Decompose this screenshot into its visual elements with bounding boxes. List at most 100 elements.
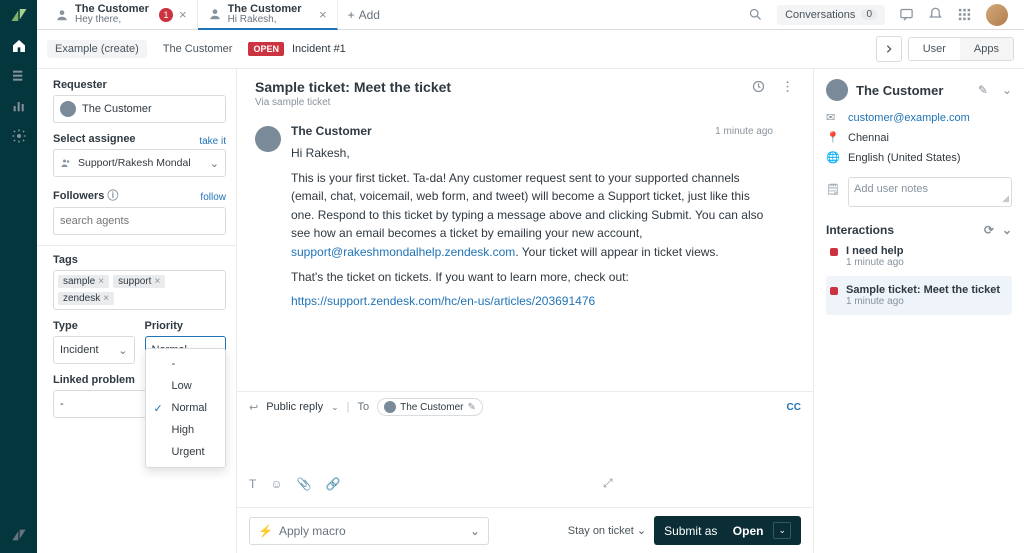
reply-textarea[interactable]	[237, 422, 813, 460]
profile-avatar[interactable]	[986, 4, 1008, 26]
message-body-2: That's the ticket on tickets. If you wan…	[291, 268, 773, 287]
user-notes-input[interactable]: Add user notes ◢	[848, 177, 1012, 207]
user-icon	[55, 8, 69, 22]
customer-email[interactable]: customer@example.com	[848, 112, 970, 124]
interaction-item[interactable]: I need help 1 minute ago	[826, 237, 1012, 276]
chat-icon[interactable]	[899, 7, 914, 22]
requester-label: Requester	[53, 79, 226, 91]
type-select[interactable]: Incident ⌄	[53, 336, 135, 364]
followers-field[interactable]	[53, 207, 226, 235]
requester-value: The Customer	[82, 103, 152, 115]
stay-on-ticket[interactable]: Stay on ticket ⌄	[568, 524, 646, 537]
resize-handle-icon[interactable]: ◢	[1002, 193, 1009, 204]
macro-placeholder: Apply macro	[279, 524, 346, 538]
tags-label: Tags	[53, 254, 226, 266]
requester-field[interactable]: The Customer	[53, 95, 226, 123]
home-icon[interactable]	[11, 38, 27, 54]
note-icon: 🗒	[826, 183, 840, 196]
status-dot-icon	[830, 287, 838, 295]
pencil-icon[interactable]: ✎	[467, 402, 475, 413]
take-it-link[interactable]: take it	[199, 136, 226, 147]
priority-option-high[interactable]: High	[146, 419, 226, 441]
interaction-time: 1 minute ago	[846, 296, 1000, 307]
tab-1[interactable]: The Customer Hey there, 1 ×	[45, 0, 198, 30]
type-value: Incident	[60, 344, 99, 356]
support-email-link[interactable]: support@rakeshmondalhelp.zendesk.com	[291, 245, 515, 259]
message-greeting: Hi Rakesh,	[291, 144, 773, 163]
remove-tag-icon[interactable]: ×	[98, 276, 104, 287]
seg-apps[interactable]: Apps	[960, 38, 1013, 60]
tag-support[interactable]: support×	[113, 275, 165, 288]
chevron-down-icon: ⌄	[210, 157, 219, 170]
breadcrumb-create[interactable]: Example (create)	[47, 40, 147, 58]
context-panel: The Customer ✎ ⌄ ✉customer@example.com 📍…	[814, 69, 1024, 553]
bell-icon[interactable]	[928, 7, 943, 22]
priority-option-normal[interactable]: Normal	[146, 397, 226, 419]
lightning-icon: ⚡	[258, 524, 273, 538]
followers-label: Followers ⓘ	[53, 187, 118, 203]
plus-icon: +	[348, 8, 355, 22]
pencil-icon[interactable]: ✎	[978, 83, 988, 97]
expand-icon[interactable]: ⤢	[591, 466, 801, 501]
user-icon	[208, 7, 222, 21]
text-format-icon[interactable]: T	[249, 477, 256, 491]
apps-grid-icon[interactable]	[957, 7, 972, 22]
emoji-icon[interactable]: ☺	[270, 477, 282, 491]
interaction-item[interactable]: Sample ticket: Meet the ticket 1 minute …	[826, 276, 1012, 315]
remove-tag-icon[interactable]: ×	[154, 276, 160, 287]
events-icon[interactable]	[751, 79, 766, 94]
more-icon[interactable]	[780, 79, 795, 94]
avatar-icon	[826, 79, 848, 101]
type-label: Type	[53, 320, 135, 332]
chevron-down-icon[interactable]: ⌄	[331, 402, 339, 413]
interaction-title: I need help	[846, 245, 904, 257]
seg-user[interactable]: User	[909, 38, 960, 60]
search-icon[interactable]	[748, 7, 763, 22]
group-icon	[60, 157, 72, 169]
reply-mode[interactable]: Public reply	[266, 401, 323, 413]
tab-2[interactable]: The Customer Hi Rakesh, ×	[198, 0, 338, 30]
reply-arrow-icon: ↩	[249, 401, 258, 414]
reply-composer: ↩ Public reply ⌄ | To The Customer ✎ CC	[237, 391, 813, 553]
status-badge: OPEN	[248, 42, 284, 56]
chevron-down-icon[interactable]: ⌄	[773, 522, 791, 539]
tabs-bar: The Customer Hey there, 1 × The Customer…	[37, 0, 1024, 30]
tab-sub: Hey there,	[75, 15, 149, 25]
cc-button[interactable]: CC	[787, 402, 801, 413]
follow-link[interactable]: follow	[200, 192, 226, 203]
assignee-field[interactable]: Support/Rakesh Mondal ⌄	[53, 149, 226, 177]
close-icon[interactable]: ×	[179, 7, 187, 22]
zendesk-logo-icon	[10, 6, 28, 24]
tag-zendesk[interactable]: zendesk×	[58, 292, 114, 305]
tab-badge: 1	[159, 8, 173, 22]
link-icon[interactable]: 🔗	[326, 477, 341, 491]
views-icon[interactable]	[11, 68, 27, 84]
refresh-icon[interactable]: ⟳	[984, 223, 994, 237]
next-ticket-button[interactable]	[876, 36, 902, 62]
avatar-icon	[384, 401, 396, 413]
zendesk-z-icon[interactable]	[11, 527, 27, 543]
chevron-down-icon[interactable]: ⌄	[1002, 223, 1012, 237]
tags-field[interactable]: sample× support× zendesk×	[53, 270, 226, 310]
priority-option-urgent[interactable]: Urgent	[146, 441, 226, 463]
remove-tag-icon[interactable]: ×	[103, 293, 109, 304]
tag-sample[interactable]: sample×	[58, 275, 109, 288]
ticket-fields-panel: Requester The Customer Select assignee t…	[37, 69, 237, 553]
submit-button[interactable]: Submit as Open ⌄	[654, 516, 801, 545]
help-article-link[interactable]: https://support.zendesk.com/hc/en-us/art…	[291, 294, 595, 308]
reports-icon[interactable]	[11, 98, 27, 114]
attach-icon[interactable]: 📎	[297, 477, 312, 491]
reply-to-pill[interactable]: The Customer ✎	[377, 398, 483, 416]
chevron-down-icon[interactable]: ⌄	[1002, 83, 1012, 97]
priority-label: Priority	[145, 320, 227, 332]
followers-input[interactable]	[60, 215, 219, 227]
priority-option-low[interactable]: Low	[146, 375, 226, 397]
breadcrumb-customer[interactable]: The Customer	[155, 40, 241, 58]
priority-option-blank[interactable]: -	[146, 353, 226, 375]
add-tab-button[interactable]: + Add	[338, 8, 390, 22]
conversations-button[interactable]: Conversations 0	[777, 5, 885, 25]
message-time: 1 minute ago	[715, 126, 773, 137]
apply-macro-select[interactable]: ⚡ Apply macro ⌄	[249, 517, 489, 545]
close-icon[interactable]: ×	[319, 7, 327, 22]
admin-icon[interactable]	[11, 128, 27, 144]
